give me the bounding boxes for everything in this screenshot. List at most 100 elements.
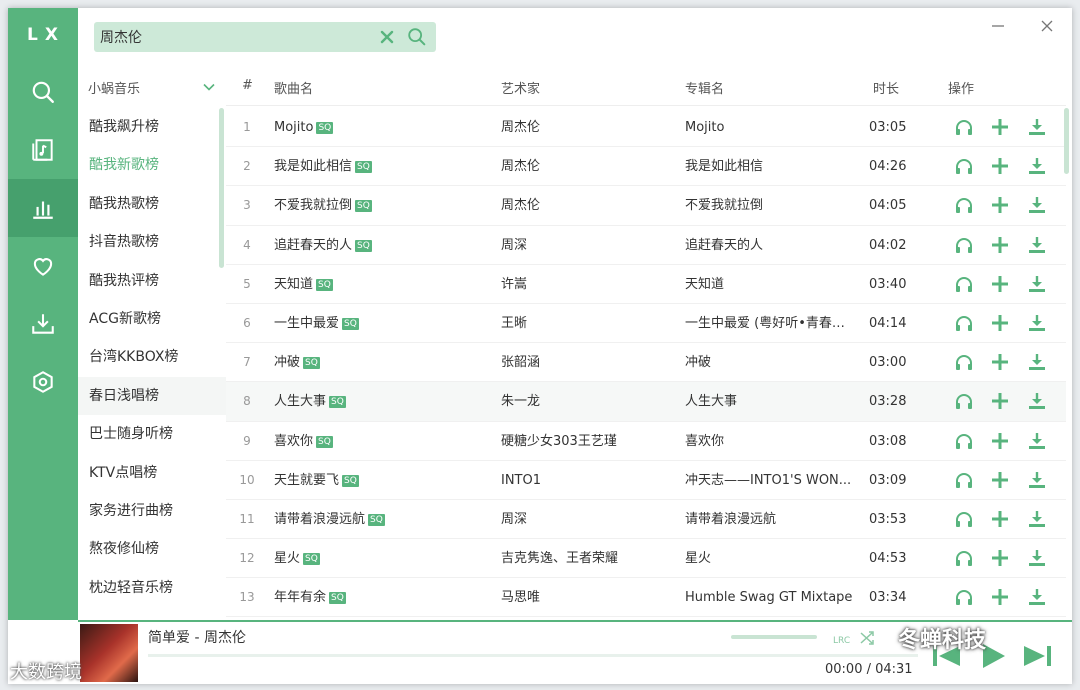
board-item[interactable]: 酷我飙升榜 xyxy=(78,108,226,146)
board-item[interactable]: 巴士随身听榜 xyxy=(78,415,226,453)
table-row[interactable]: 1 Mojito SQ 周杰伦 Mojito 03:05 xyxy=(226,108,1066,148)
table-row[interactable]: 13 年年有余 SQ 马思唯 Humble Swag GT Mixtape 03:34 xyxy=(226,578,1066,618)
nav-song-list[interactable] xyxy=(8,121,78,179)
nav-favorites[interactable] xyxy=(8,237,78,295)
headphones-icon[interactable] xyxy=(954,470,974,490)
download-icon[interactable] xyxy=(1027,352,1047,372)
headphones-icon[interactable] xyxy=(954,548,974,568)
headphones-icon[interactable] xyxy=(954,431,974,451)
add-icon[interactable] xyxy=(990,235,1010,255)
next-icon[interactable] xyxy=(1020,640,1054,672)
download-icon[interactable] xyxy=(1027,548,1047,568)
add-icon[interactable] xyxy=(990,313,1010,333)
board-item[interactable]: 家务进行曲榜 xyxy=(78,492,226,530)
table-row[interactable]: 10 天生就要飞 SQ INTO1 冲天志——INTO1'S WON... 03:09 xyxy=(226,461,1066,500)
close-icon[interactable] xyxy=(378,28,396,46)
song-name-cell: 年年有余 SQ xyxy=(274,578,494,617)
quality-badge: SQ xyxy=(342,317,359,330)
nav-search[interactable] xyxy=(8,63,78,121)
headphones-icon[interactable] xyxy=(954,156,974,176)
add-icon[interactable] xyxy=(990,352,1010,372)
table-row[interactable]: 7 冲破 SQ 张韶涵 冲破 03:00 xyxy=(226,343,1066,383)
board-item[interactable]: 酷我热评榜 xyxy=(78,262,226,300)
add-icon[interactable] xyxy=(990,117,1010,137)
headphones-icon[interactable] xyxy=(954,352,974,372)
download-icon[interactable] xyxy=(1027,509,1047,529)
table-row[interactable]: 11 请带着浪漫远航 SQ 周深 请带着浪漫远航 03:53 xyxy=(226,500,1066,540)
headphones-icon[interactable] xyxy=(954,313,974,333)
row-actions xyxy=(946,509,1046,531)
row-actions xyxy=(946,156,1046,178)
song-table-scrollbar[interactable] xyxy=(1064,108,1069,174)
download-icon[interactable] xyxy=(1027,587,1047,607)
table-row[interactable]: 2 我是如此相信 SQ 周杰伦 我是如此相信 04:26 xyxy=(226,147,1066,187)
download-icon[interactable] xyxy=(1027,391,1047,411)
board-item[interactable]: 枕边轻音乐榜 xyxy=(78,569,226,607)
headphones-icon[interactable] xyxy=(954,195,974,215)
add-icon[interactable] xyxy=(990,391,1010,411)
board-item[interactable]: KTV点唱榜 xyxy=(78,454,226,492)
table-row[interactable]: 9 喜欢你 SQ 硬糖少女303王艺瑾 喜欢你 03:08 xyxy=(226,422,1066,461)
add-icon[interactable] xyxy=(990,548,1010,568)
download-icon[interactable] xyxy=(1027,313,1047,333)
board-item[interactable]: 抖音热歌榜 xyxy=(78,223,226,261)
table-row[interactable]: 8 人生大事 SQ 朱一龙 人生大事 03:28 xyxy=(226,382,1066,422)
board-item[interactable]: 酷我热歌榜 xyxy=(78,185,226,223)
album-cover[interactable] xyxy=(80,624,138,682)
headphones-icon[interactable] xyxy=(954,117,974,137)
board-list-scrollbar[interactable] xyxy=(219,108,224,268)
close-window-icon[interactable] xyxy=(1037,16,1057,36)
table-row[interactable]: 12 星火 SQ 吉克隽逸、王者荣耀 星火 04:53 xyxy=(226,539,1066,579)
headphones-icon[interactable] xyxy=(954,587,974,607)
headphones-icon[interactable] xyxy=(954,235,974,255)
board-item[interactable]: 春日浅唱榜 xyxy=(78,376,226,416)
add-icon[interactable] xyxy=(990,587,1010,607)
quality-badge: SQ xyxy=(368,513,385,526)
download-icon[interactable] xyxy=(1027,431,1047,451)
table-row[interactable]: 6 一生中最爱 SQ 王晰 一生中最爱 (粤好听•青春重... 04:14 xyxy=(226,304,1066,344)
source-select[interactable]: 小蜗音乐 xyxy=(88,78,218,98)
board-item[interactable]: ACG新歌榜 xyxy=(78,300,226,338)
lyric-icon[interactable]: LRC xyxy=(832,628,852,648)
nav-leaderboard[interactable] xyxy=(8,179,78,237)
table-row[interactable]: 4 追赶春天的人 SQ 周深 追赶春天的人 04:02 xyxy=(226,226,1066,265)
board-item[interactable]: 酷我新歌榜 xyxy=(78,146,226,184)
table-row[interactable]: 5 天知道 SQ 许嵩 天知道 03:40 xyxy=(226,265,1066,304)
board-item[interactable]: 熬夜修仙榜 xyxy=(78,530,226,568)
add-icon[interactable] xyxy=(990,470,1010,490)
download-icon[interactable] xyxy=(1027,470,1047,490)
add-icon[interactable] xyxy=(990,509,1010,529)
song-name: 天生就要飞 xyxy=(274,472,340,488)
download-icon[interactable] xyxy=(1027,156,1047,176)
settings-icon xyxy=(33,371,53,393)
add-icon[interactable] xyxy=(990,431,1010,451)
shuffle-icon[interactable] xyxy=(858,628,878,648)
board-item[interactable]: 台湾KKBOX榜 xyxy=(78,338,226,376)
song-name: 冲破 xyxy=(274,355,301,371)
download-icon[interactable] xyxy=(1027,235,1047,255)
add-icon[interactable] xyxy=(990,274,1010,294)
headphones-icon[interactable] xyxy=(954,274,974,294)
search-input[interactable] xyxy=(100,26,370,48)
quality-badge: SQ xyxy=(355,239,372,252)
artist-name: 硬糖少女303王艺瑾 xyxy=(501,433,617,449)
add-icon[interactable] xyxy=(990,195,1010,215)
nav-downloads[interactable] xyxy=(8,295,78,353)
table-row[interactable]: 3 不爱我就拉倒 SQ 周杰伦 不爱我就拉倒 04:05 xyxy=(226,186,1066,226)
progress-bar[interactable] xyxy=(148,654,918,657)
download-icon[interactable] xyxy=(1027,117,1047,137)
duration: 03:34 xyxy=(869,590,907,606)
minimize-icon[interactable] xyxy=(988,16,1008,36)
add-icon[interactable] xyxy=(990,156,1010,176)
row-number: 7 xyxy=(243,355,251,370)
song-name: 我是如此相信 xyxy=(274,159,353,175)
volume-slider[interactable] xyxy=(731,635,817,639)
headphones-icon[interactable] xyxy=(954,391,974,411)
search-icon[interactable] xyxy=(406,26,428,48)
download-icon[interactable] xyxy=(1027,195,1047,215)
headphones-icon[interactable] xyxy=(954,509,974,529)
song-name-cell: 人生大事 SQ xyxy=(274,382,494,421)
download-icon[interactable] xyxy=(1027,274,1047,294)
row-actions xyxy=(946,470,1046,492)
nav-settings[interactable] xyxy=(8,353,78,411)
